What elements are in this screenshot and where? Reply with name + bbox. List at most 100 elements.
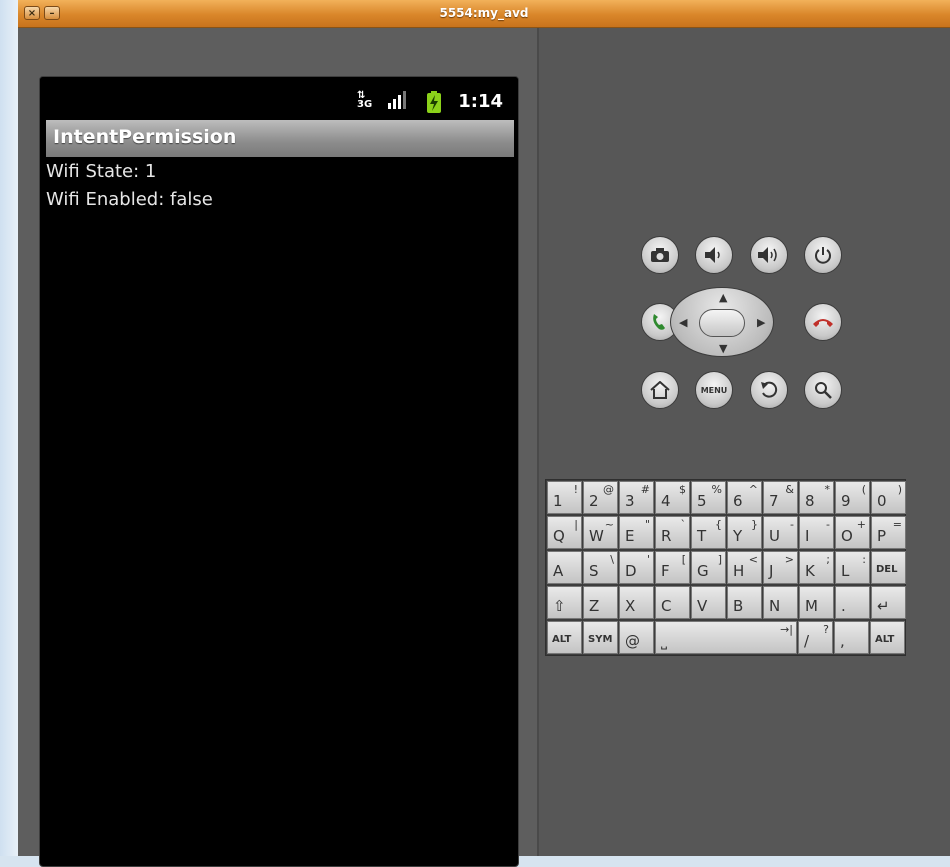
key-row2-3-alt-label: ` [680, 518, 687, 531]
key-row2-8[interactable]: O + [835, 516, 870, 549]
key-row4-0-label: ⇧ [553, 597, 566, 615]
key-row3-9[interactable]: DEL [871, 551, 906, 584]
key-space[interactable]: ⎵ →| [655, 621, 797, 654]
power-button[interactable] [804, 236, 842, 274]
dpad-left-icon[interactable]: ◀ [679, 317, 687, 328]
key-row2-1[interactable]: W ~ [583, 516, 618, 549]
key-row3-4[interactable]: G] [691, 551, 726, 584]
key-row1-2[interactable]: 3 # [619, 481, 654, 514]
key-row1-0[interactable]: 1! [547, 481, 582, 514]
key-row2-5-alt-label: } [751, 518, 758, 531]
key-row4-5[interactable]: B [727, 586, 762, 619]
key-row2-4[interactable]: T{ [691, 516, 726, 549]
window-titlebar: × – 5554:my_avd [18, 0, 950, 28]
key-row3-2-label: D [625, 562, 637, 580]
key-sym[interactable]: SYM [583, 621, 618, 654]
dpad-down-icon[interactable]: ▼ [719, 343, 727, 354]
key-row4-8[interactable]: . [835, 586, 870, 619]
key-alt-right-label: ALT [875, 634, 895, 645]
key-row3-6[interactable]: J > [763, 551, 798, 584]
key-row2-6-label: U [769, 527, 780, 545]
key-row3-8[interactable]: L: [835, 551, 870, 584]
back-button[interactable] [750, 371, 788, 409]
key-row3-2-alt-label: ' [646, 553, 650, 566]
camera-button[interactable] [641, 236, 679, 274]
key-row4-7-label: M [805, 597, 818, 615]
volume-down-button[interactable] [695, 236, 733, 274]
key-row2-2-label: E [625, 527, 635, 545]
key-space-label: ⎵ [661, 632, 668, 650]
home-button[interactable] [641, 371, 679, 409]
window-title: 5554:my_avd [439, 6, 529, 20]
key-row3-4-alt-label: ] [717, 553, 722, 566]
key-row3-1[interactable]: S \ [583, 551, 618, 584]
key-alt-right[interactable]: ALT [870, 621, 905, 654]
key-row1-1-alt-label: @ [603, 483, 614, 496]
key-row3-3[interactable]: F[ [655, 551, 690, 584]
menu-button[interactable]: MENU [695, 371, 733, 409]
wifi-enabled-text: Wifi Enabled: false [46, 189, 213, 210]
key-row3-6-alt-label: > [784, 553, 794, 566]
key-row2-7-label: I [805, 527, 810, 545]
key-at[interactable]: @ [619, 621, 654, 654]
key-row1-5[interactable]: 6 ^ [727, 481, 762, 514]
key-row1-4[interactable]: 5% [691, 481, 726, 514]
key-slash[interactable]: /? [798, 621, 833, 654]
key-row2-3[interactable]: R ` [655, 516, 690, 549]
key-row1-6[interactable]: 7 & [763, 481, 798, 514]
dpad-right-icon[interactable]: ▶ [757, 317, 765, 328]
key-row2-7[interactable]: I- [799, 516, 834, 549]
key-row4-2[interactable]: X [619, 586, 654, 619]
key-row4-6[interactable]: N [763, 586, 798, 619]
key-row3-3-label: F [661, 562, 670, 580]
device-screen[interactable]: ⇅ 3G 1:14 IntentPermission Wifi State: 1 … [39, 76, 519, 867]
key-row2-0-label: Q [553, 527, 565, 545]
key-row1-7[interactable]: 8 * [799, 481, 834, 514]
back-icon [761, 381, 778, 398]
key-row4-3[interactable]: C [655, 586, 690, 619]
key-row3-7[interactable]: K; [799, 551, 834, 584]
volume-up-button[interactable] [750, 236, 788, 274]
key-row2-5[interactable]: Y} [727, 516, 762, 549]
key-row4-0[interactable]: ⇧ [547, 586, 582, 619]
key-row4-1[interactable]: Z [583, 586, 618, 619]
search-button[interactable] [804, 371, 842, 409]
key-row1-5-alt-label: ^ [748, 483, 758, 496]
key-row4-7[interactable]: M [799, 586, 834, 619]
key-alt-left[interactable]: ALT [547, 621, 582, 654]
key-row2-6[interactable]: U- [763, 516, 798, 549]
key-row1-5-label: 6 [733, 492, 743, 510]
key-comma[interactable]: , [834, 621, 869, 654]
key-row3-0[interactable]: A [547, 551, 582, 584]
key-row1-9[interactable]: 0) [871, 481, 906, 514]
key-row2-9-label: P [877, 527, 887, 545]
volume-up-icon [758, 247, 777, 263]
key-row1-1[interactable]: 2 @ [583, 481, 618, 514]
key-row4-4[interactable]: V [691, 586, 726, 619]
key-row2-8-label: O [841, 527, 853, 545]
key-row1-7-label: 8 [805, 492, 815, 510]
key-comma-label: , [840, 632, 845, 650]
key-row3-2[interactable]: D ' [619, 551, 654, 584]
call-icon [653, 314, 665, 330]
key-row1-0-alt-label: ! [573, 483, 578, 496]
key-row1-9-label: 0 [877, 492, 887, 510]
dpad-up-icon[interactable]: ▲ [719, 292, 727, 303]
key-row1-8[interactable]: 9( [835, 481, 870, 514]
menu-label: MENU [700, 385, 728, 395]
key-at-label: @ [625, 632, 640, 650]
key-row1-4-label: 5 [697, 492, 707, 510]
key-row3-5[interactable]: H < [727, 551, 762, 584]
key-row3-5-label: H [733, 562, 745, 580]
key-row1-3[interactable]: 4 $ [655, 481, 690, 514]
key-row2-0[interactable]: Q | [547, 516, 582, 549]
end-call-button[interactable] [804, 303, 842, 341]
key-row1-2-alt-label: # [640, 483, 650, 496]
key-row2-9[interactable]: P = [871, 516, 906, 549]
key-row2-2[interactable]: E " [619, 516, 654, 549]
key-row1-0-label: 1 [553, 492, 563, 510]
dpad[interactable]: ▲ ▼ ◀ ▶ [670, 287, 774, 357]
key-row4-9[interactable]: ↵ [871, 586, 906, 619]
camera-icon [651, 248, 669, 262]
dpad-center-button[interactable] [699, 309, 745, 337]
